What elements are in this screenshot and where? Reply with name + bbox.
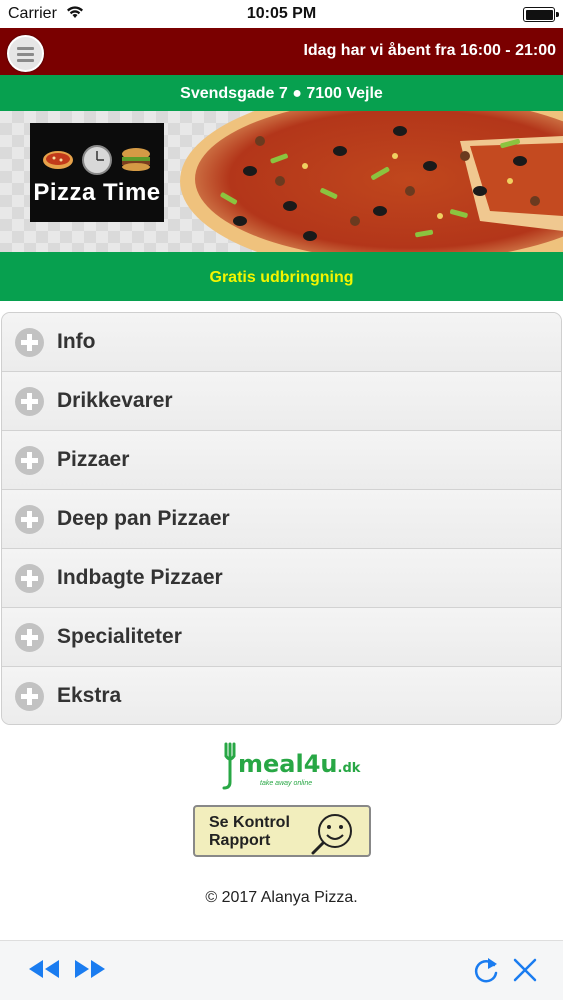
plus-circle-icon bbox=[15, 505, 44, 534]
logo-food-icons bbox=[43, 145, 150, 175]
menu-item-specialiteter[interactable]: Specialiteter bbox=[2, 608, 561, 667]
menu-item-pizzaer[interactable]: Pizzaer bbox=[2, 431, 561, 490]
status-bar: Carrier 10:05 PM bbox=[0, 0, 563, 28]
hamburger-menu-icon[interactable] bbox=[7, 35, 44, 72]
copyright-text: © 2017 Alanya Pizza. bbox=[205, 889, 358, 906]
plus-circle-icon bbox=[15, 623, 44, 652]
address-bar: Svendsgade 7 ● 7100 Vejle bbox=[0, 75, 563, 111]
top-bar: Idag har vi åbent fra 16:00 - 21:00 bbox=[0, 28, 563, 75]
clock: 10:05 PM bbox=[246, 5, 317, 22]
fast-forward-icon[interactable] bbox=[72, 957, 108, 981]
menu-item-label: Info bbox=[57, 330, 96, 353]
plus-circle-icon bbox=[15, 446, 44, 475]
menu-item-info[interactable]: Info bbox=[2, 313, 561, 372]
kontrol-rapport-link[interactable]: Se Kontrol Rapport bbox=[193, 805, 371, 857]
close-icon[interactable] bbox=[512, 957, 538, 983]
menu-item-indbagte-pizzaer[interactable]: Indbagte Pizzaer bbox=[2, 549, 561, 608]
menu-item-drikkevarer[interactable]: Drikkevarer bbox=[2, 372, 561, 431]
menu-category-list: Info Drikkevarer Pizzaer Deep pan Pizzae… bbox=[1, 312, 562, 725]
menu-item-ekstra[interactable]: Ekstra bbox=[2, 667, 561, 724]
menu-item-label: Drikkevarer bbox=[57, 389, 173, 412]
plus-circle-icon bbox=[15, 387, 44, 416]
meal4u-tagline: take away online bbox=[260, 780, 313, 787]
meal4u-logo-link[interactable]: meal4u.dk take away online bbox=[218, 742, 360, 794]
menu-item-label: Ekstra bbox=[57, 684, 122, 707]
opening-hours: Idag har vi åbent fra 16:00 - 21:00 bbox=[303, 42, 556, 59]
kontrol-rapport-label: Se Kontrol Rapport bbox=[209, 814, 290, 849]
battery-icon bbox=[523, 7, 559, 22]
menu-item-label: Indbagte Pizzaer bbox=[57, 566, 223, 589]
logo-text: Pizza Time bbox=[33, 179, 161, 206]
plus-circle-icon bbox=[15, 564, 44, 593]
menu-item-label: Pizzaer bbox=[57, 448, 130, 471]
reload-icon[interactable] bbox=[472, 955, 500, 985]
browser-toolbar bbox=[0, 940, 563, 1000]
menu-item-deep-pan-pizzaer[interactable]: Deep pan Pizzaer bbox=[2, 490, 561, 549]
pizza-image bbox=[180, 111, 563, 252]
free-delivery-bar: Gratis udbringning bbox=[0, 252, 563, 301]
plus-circle-icon bbox=[15, 328, 44, 357]
meal4u-brand: meal4u.dk bbox=[238, 750, 361, 778]
menu-item-label: Deep pan Pizzaer bbox=[57, 507, 230, 530]
menu-item-label: Specialiteter bbox=[57, 625, 182, 648]
hero-banner: Pizza Time bbox=[0, 111, 563, 252]
smiley-inspection-icon bbox=[311, 814, 352, 855]
pizza-time-logo: Pizza Time bbox=[30, 123, 164, 222]
plus-circle-icon bbox=[15, 682, 44, 711]
rewind-icon[interactable] bbox=[26, 957, 62, 981]
